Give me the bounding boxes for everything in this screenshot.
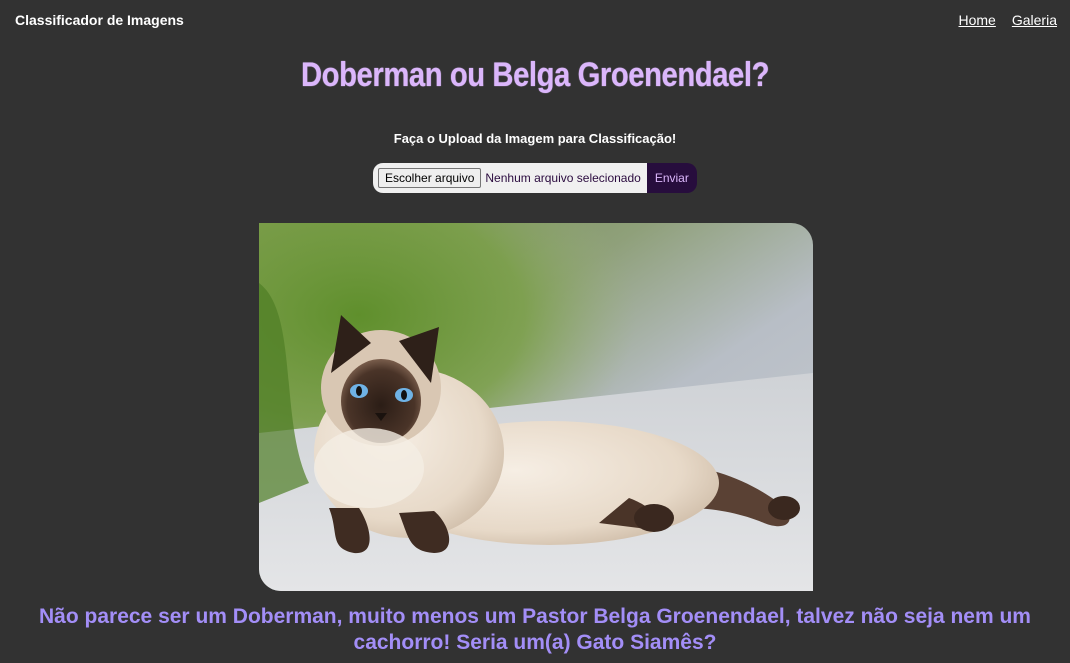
navbar: Classificador de Imagens Home Galeria	[0, 0, 1070, 40]
file-input[interactable]: Escolher arquivo Nenhum arquivo selecion…	[373, 163, 647, 193]
nav-links: Home Galeria	[959, 12, 1058, 28]
nav-link-home[interactable]: Home	[959, 12, 996, 28]
uploaded-image	[259, 223, 813, 591]
result-line-2: cachorro! Seria um(a) Gato Siamês?	[353, 631, 717, 654]
nav-link-galeria[interactable]: Galeria	[1012, 12, 1057, 28]
brand-title[interactable]: Classificador de Imagens	[15, 12, 184, 28]
page-title: Doberman ou Belga Groenendael?	[300, 56, 770, 94]
siamese-cat-photo	[259, 223, 813, 591]
result-line-1: Não parece ser um Doberman, muito menos …	[39, 605, 1031, 628]
upload-instructions: Faça o Upload da Imagem para Classificaç…	[393, 131, 677, 146]
file-status-text: Nenhum arquivo selecionado	[485, 171, 641, 185]
submit-button[interactable]: Enviar	[646, 163, 697, 193]
classification-result: Não parece ser um Doberman, muito menos …	[0, 604, 1070, 656]
upload-form: Escolher arquivo Nenhum arquivo selecion…	[373, 163, 697, 193]
choose-file-button[interactable]: Escolher arquivo	[378, 168, 482, 188]
